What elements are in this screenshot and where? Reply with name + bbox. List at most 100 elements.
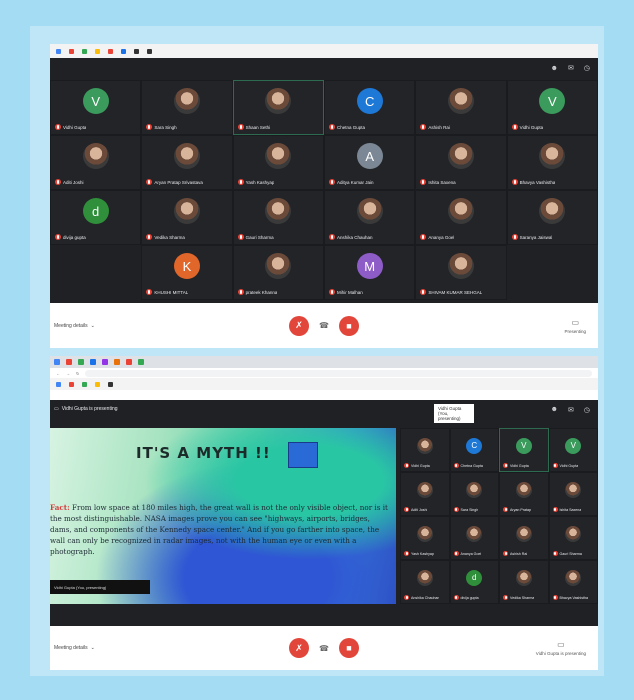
- participant-tile[interactable]: Ashish Rai: [499, 516, 549, 560]
- participant-name: Aryan Pratap Srivastava: [146, 179, 203, 185]
- bookmark[interactable]: [82, 381, 87, 387]
- camera-off-button[interactable]: ■: [338, 638, 359, 658]
- participant-tile[interactable]: Yash Kashyap: [400, 516, 450, 560]
- participant-tile[interactable]: Bhavya Vashistha: [506, 135, 598, 190]
- participant-name-text: Mihir Malhan: [337, 289, 363, 295]
- participant-tile[interactable]: Saranya Jaiswal: [506, 190, 598, 245]
- back-icon[interactable]: ←: [56, 371, 60, 376]
- bookmark[interactable]: [69, 381, 74, 387]
- participant-tile[interactable]: C Chetna Gupta: [449, 428, 499, 472]
- participant-tile[interactable]: SHIVAM KUMAR SEHGAL: [415, 245, 507, 300]
- people-icon[interactable]: ☻: [551, 65, 558, 72]
- participant-tile[interactable]: Vedika Sharma: [499, 560, 549, 604]
- participant-name: prateek Khanna: [237, 289, 277, 295]
- participant-tile[interactable]: Ananya Goel: [415, 190, 507, 245]
- tab-icon[interactable]: [66, 359, 72, 365]
- bookmark[interactable]: [147, 48, 152, 54]
- participant-tile[interactable]: Yash Kashyap: [232, 135, 324, 190]
- participant-tile[interactable]: d divija gupta: [449, 560, 499, 604]
- avatar: [565, 569, 582, 586]
- participant-name: Vidhi Gupta: [503, 463, 529, 468]
- meet-top-bar: ☻ ✉ ◷: [50, 58, 598, 78]
- forward-icon[interactable]: →: [66, 371, 70, 376]
- bookmark[interactable]: [56, 381, 61, 387]
- reload-icon[interactable]: ↻: [76, 371, 79, 376]
- tab-icon[interactable]: [102, 359, 108, 365]
- participant-name-text: Sara Singh: [460, 507, 479, 512]
- mic-muted-icon: [329, 124, 335, 130]
- present-button[interactable]: ▭ Presenting: [564, 318, 586, 334]
- participant-tile[interactable]: Gauri Sharma: [548, 516, 598, 560]
- present-label: Presenting: [564, 328, 586, 334]
- participant-name: Ashish Rai: [503, 551, 527, 556]
- address-bar[interactable]: [85, 369, 592, 377]
- mic-muted-icon: [329, 234, 335, 240]
- participant-tile[interactable]: V Vidhi Gupta: [50, 80, 142, 135]
- bookmark[interactable]: [134, 48, 139, 54]
- participant-tile[interactable]: Ananya Goel: [449, 516, 499, 560]
- participant-tile[interactable]: prateek Khanna: [232, 245, 324, 300]
- participant-name: SHIVAM KUMAR SEHGAL: [420, 289, 482, 295]
- participant-name: Aditi Joshi: [404, 507, 427, 512]
- participant-tile[interactable]: M Mihir Malhan: [324, 245, 416, 300]
- participant-tile[interactable]: Gauri Sharma: [232, 190, 324, 245]
- participant-tile[interactable]: Ishita Saxena: [548, 472, 598, 516]
- participant-tile[interactable]: Aditi Joshi: [50, 135, 142, 190]
- participant-tile[interactable]: Anshika Chauhan: [324, 190, 416, 245]
- bookmark[interactable]: [95, 381, 100, 387]
- people-icon[interactable]: ☻: [551, 406, 558, 414]
- end-call-icon[interactable]: ☎: [319, 321, 329, 330]
- presenting-pill[interactable]: Vidhi Gupta (You, presenting): [434, 404, 474, 423]
- bookmark[interactable]: [56, 48, 61, 54]
- tab-icon[interactable]: [138, 359, 144, 365]
- chat-icon[interactable]: ✉: [568, 406, 574, 414]
- tab-icon[interactable]: [78, 359, 84, 365]
- participant-tile[interactable]: C Chetna Gupta: [324, 80, 416, 135]
- participant-tile[interactable]: d divija gupta: [50, 190, 142, 245]
- participant-tile[interactable]: Aditi Joshi: [400, 472, 450, 516]
- participant-tile[interactable]: Aryan Pratap Srivastava: [141, 135, 233, 190]
- participant-tile[interactable]: Vedika Sharma: [141, 190, 233, 245]
- tab-icon[interactable]: [90, 359, 96, 365]
- mic-muted-icon: [503, 463, 508, 468]
- participant-tile[interactable]: K KHUSHI MITTAL: [141, 245, 233, 300]
- participant-name-text: Bhavya Vashistha: [559, 595, 589, 600]
- participant-tile[interactable]: Bhavya Vashistha: [548, 560, 598, 604]
- bookmark[interactable]: [95, 48, 100, 54]
- participant-tile[interactable]: Aryan Pratap: [499, 472, 549, 516]
- meeting-details-link[interactable]: Meeting details ⌄: [54, 645, 95, 651]
- participant-tile[interactable]: A Aditya Kumar Jain: [324, 135, 416, 190]
- participant-tile[interactable]: Anshika Chauhan: [400, 560, 450, 604]
- mic-off-button[interactable]: ✗: [289, 638, 310, 658]
- meeting-details-link[interactable]: Meeting details ⌄: [54, 323, 95, 329]
- mic-off-button[interactable]: ✗: [289, 315, 310, 336]
- tab-icon[interactable]: [126, 359, 132, 365]
- participant-tile[interactable]: Sara Singh: [449, 472, 499, 516]
- bookmark[interactable]: [108, 48, 113, 54]
- mic-muted-icon: [511, 124, 518, 130]
- presenter-banner: ▭ Vidhi Gupta is presenting: [54, 406, 118, 412]
- participant-tile[interactable]: Shaan Sethi: [232, 80, 324, 135]
- end-call-icon[interactable]: ☎: [319, 644, 329, 653]
- participant-tile[interactable]: Ashish Rai: [415, 80, 507, 135]
- camera-off-button[interactable]: ■: [338, 315, 359, 336]
- participant-name-text: divija gupta: [460, 595, 479, 600]
- avatar: [515, 525, 532, 542]
- mic-muted-icon: [503, 551, 508, 556]
- tab-icon[interactable]: [114, 359, 120, 365]
- participant-tile[interactable]: V Vidhi Gupta: [548, 428, 598, 472]
- participant-tile[interactable]: V Vidhi Gupta: [506, 80, 598, 135]
- participant-name: divija gupta: [55, 234, 86, 240]
- bookmark[interactable]: [121, 48, 126, 54]
- presenting-status-button[interactable]: ▭ Vidhi Gupta is presenting: [536, 640, 586, 656]
- avatar: [447, 143, 474, 170]
- participant-tile[interactable]: Ishita Saxena: [415, 135, 507, 190]
- bookmark[interactable]: [108, 381, 113, 387]
- participant-tile[interactable]: V Vidhi Gupta: [499, 428, 549, 472]
- bookmark[interactable]: [69, 48, 74, 54]
- bookmark[interactable]: [82, 48, 87, 54]
- participant-tile[interactable]: Sara Singh: [141, 80, 233, 135]
- chat-icon[interactable]: ✉: [568, 64, 574, 72]
- participant-tile[interactable]: Vidhi Gupta: [400, 428, 450, 472]
- tab-icon[interactable]: [54, 359, 60, 365]
